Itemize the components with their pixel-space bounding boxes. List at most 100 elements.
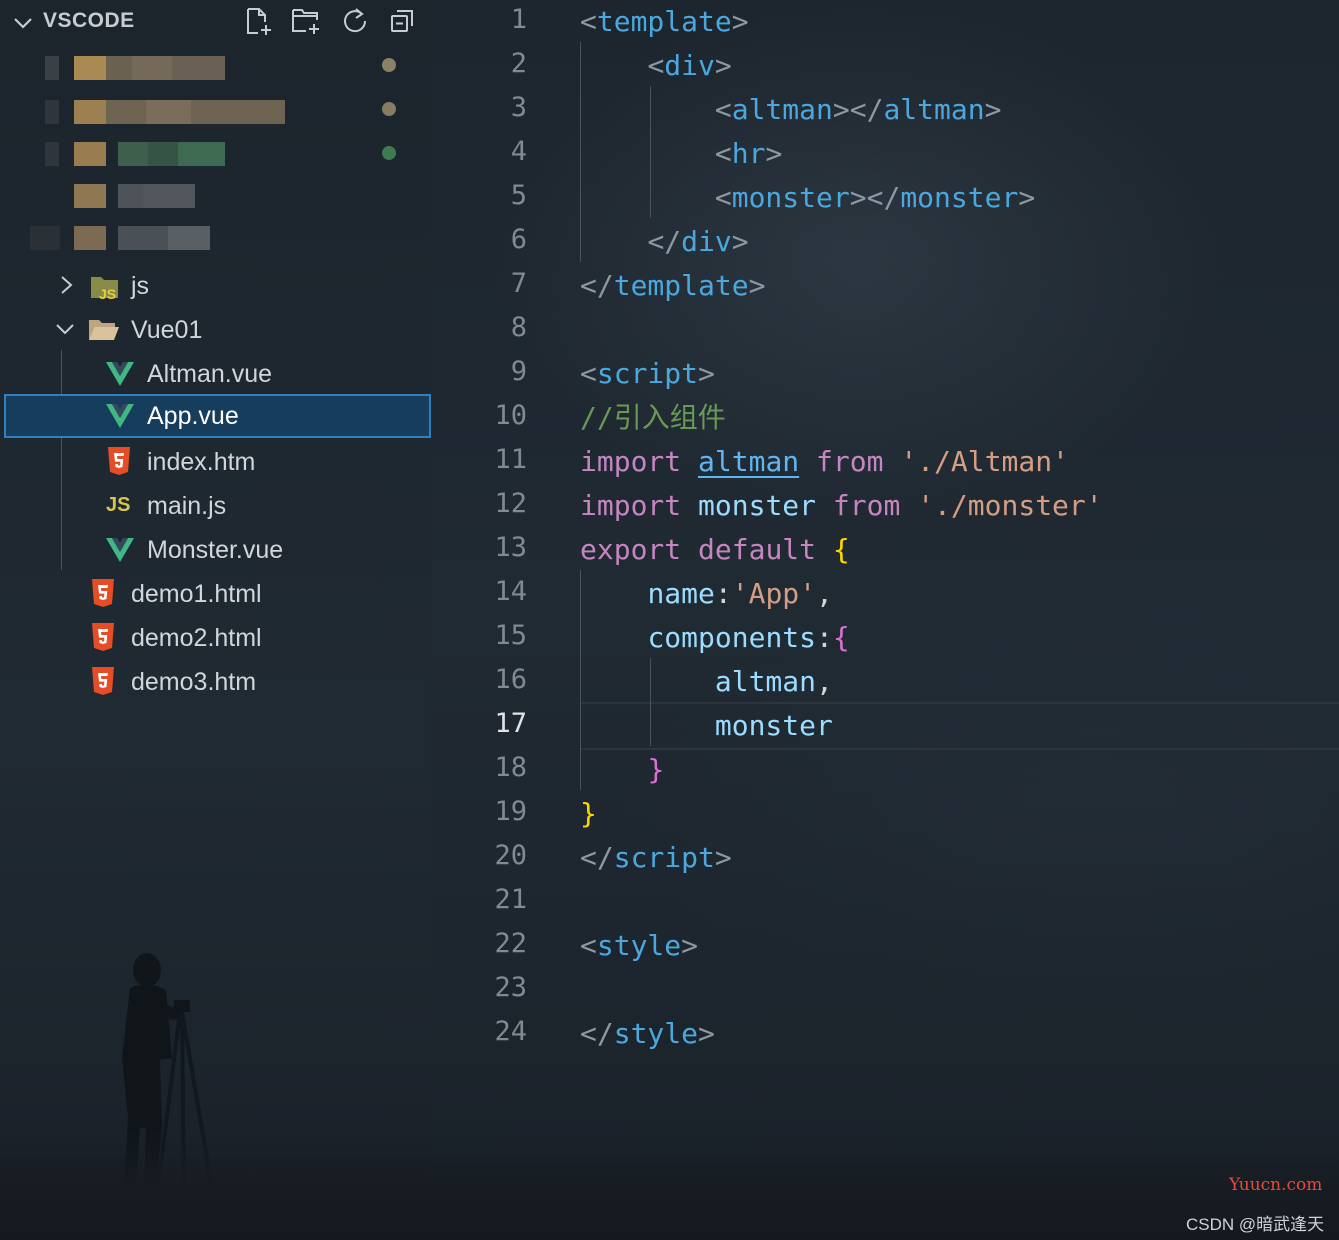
file-demo3-htm[interactable]: demo3.htm: [0, 660, 431, 704]
file-altman-vue[interactable]: Altman.vue: [0, 352, 431, 396]
code-line[interactable]: }: [580, 748, 664, 792]
vue-icon: [106, 538, 134, 562]
code-token: >: [698, 357, 715, 390]
code-line[interactable]: //引入组件: [580, 396, 726, 440]
line-number: 21: [494, 884, 527, 915]
code-line[interactable]: components:{: [580, 616, 849, 660]
code-line[interactable]: }: [580, 792, 597, 836]
refresh-icon[interactable]: [340, 6, 370, 36]
code-line[interactable]: import altman from './Altman': [580, 440, 1069, 484]
explorer-title[interactable]: VSCODE: [43, 9, 135, 33]
line-number: 13: [494, 532, 527, 563]
chevron-down-icon[interactable]: [12, 12, 34, 34]
html5-icon: [92, 623, 114, 651]
new-file-icon[interactable]: [244, 6, 274, 36]
redacted-entry: [40, 184, 200, 208]
code-line[interactable]: <template>: [580, 0, 749, 44]
code-line[interactable]: </style>: [580, 1012, 715, 1056]
code-line[interactable]: <monster></monster>: [580, 176, 1035, 220]
svg-text:JS: JS: [99, 286, 116, 302]
code-token: <: [580, 357, 597, 390]
file-demo2-html[interactable]: demo2.html: [0, 616, 431, 660]
folder-open-icon: [89, 320, 119, 340]
code-line[interactable]: monster: [580, 704, 833, 748]
code-token: template: [596, 5, 732, 38]
folder-vue01[interactable]: Vue01: [0, 308, 431, 352]
code-line[interactable]: <hr>: [580, 132, 782, 176]
indent-guide: [580, 570, 581, 790]
code-token: >: [714, 49, 732, 82]
collapse-all-icon[interactable]: [388, 6, 418, 36]
file-label: demo1.html: [131, 580, 262, 608]
line-number: 24: [494, 1016, 527, 1047]
line-number: 15: [494, 620, 527, 651]
code-line[interactable]: <style>: [580, 924, 698, 968]
modified-dot-icon: [382, 102, 396, 116]
code-token: 'App': [731, 577, 817, 610]
code-line[interactable]: import monster from './monster': [580, 484, 1103, 528]
file-label: demo2.html: [131, 624, 262, 652]
file-monster-vue[interactable]: Monster.vue: [0, 528, 431, 572]
vue-icon: [106, 362, 134, 386]
redacted-entry: [40, 56, 230, 80]
code-token: </: [647, 225, 682, 258]
html5-icon: [92, 667, 114, 695]
code-line[interactable]: name:'App',: [580, 572, 833, 616]
line-number: 22: [494, 928, 527, 959]
explorer-sidebar: VSCODE JS js Vue01 Altman.vue App.vue in…: [0, 0, 431, 1240]
code-line[interactable]: </div>: [580, 220, 748, 264]
code-line[interactable]: altman,: [580, 660, 833, 704]
code-token: </: [580, 841, 614, 874]
new-folder-icon[interactable]: [291, 6, 321, 36]
code-line[interactable]: <altman></altman>: [580, 88, 1002, 132]
redacted-entry: [40, 100, 290, 124]
code-editor[interactable]: 1 2 3 4 5 6 7 8 9 10 11 12 13 14 15 16 17 18 19 20 21 22 23 24 …: [431, 0, 1339, 1240]
code-line[interactable]: </script>: [580, 836, 732, 880]
code-token: altman: [714, 665, 817, 698]
file-demo1-html[interactable]: demo1.html: [0, 572, 431, 616]
code-token: style: [596, 929, 682, 962]
indent-guide: [580, 42, 581, 262]
line-number: 19: [494, 796, 527, 827]
code-token: }: [647, 753, 665, 786]
code-line[interactable]: <div>: [580, 44, 732, 88]
file-index-htm[interactable]: index.htm: [0, 440, 431, 484]
line-number: 9: [510, 356, 527, 387]
author-watermark: CSDN @暗武逢天: [1186, 1215, 1325, 1234]
code-line[interactable]: </template>: [580, 264, 765, 308]
line-number: 16: [494, 664, 527, 695]
folder-js[interactable]: JS js: [0, 264, 431, 308]
code-token: :: [816, 621, 833, 654]
code-token: ,: [816, 665, 833, 698]
code-token: import: [580, 489, 682, 522]
code-token: import: [580, 445, 682, 478]
code-token: default: [698, 533, 817, 566]
code-token: <: [647, 49, 665, 82]
file-app-vue[interactable]: App.vue: [4, 394, 431, 438]
file-label: index.htm: [147, 448, 256, 476]
line-number: 18: [494, 752, 527, 783]
code-token: monster: [900, 181, 1019, 214]
html5-icon: [92, 579, 114, 607]
code-line[interactable]: <script>: [580, 352, 715, 396]
file-label: App.vue: [147, 402, 239, 430]
js-icon: JS: [106, 494, 131, 516]
file-main-js[interactable]: JS main.js: [0, 484, 431, 528]
code-token: ,: [816, 577, 833, 610]
line-number: 17: [494, 708, 527, 739]
code-token: >: [1018, 181, 1036, 214]
file-label: main.js: [147, 492, 227, 520]
code-token: :: [714, 577, 732, 610]
code-line[interactable]: export default {: [580, 528, 850, 572]
redacted-entry: [40, 142, 230, 166]
line-number: 12: [494, 488, 527, 519]
code-token: >: [765, 137, 783, 170]
